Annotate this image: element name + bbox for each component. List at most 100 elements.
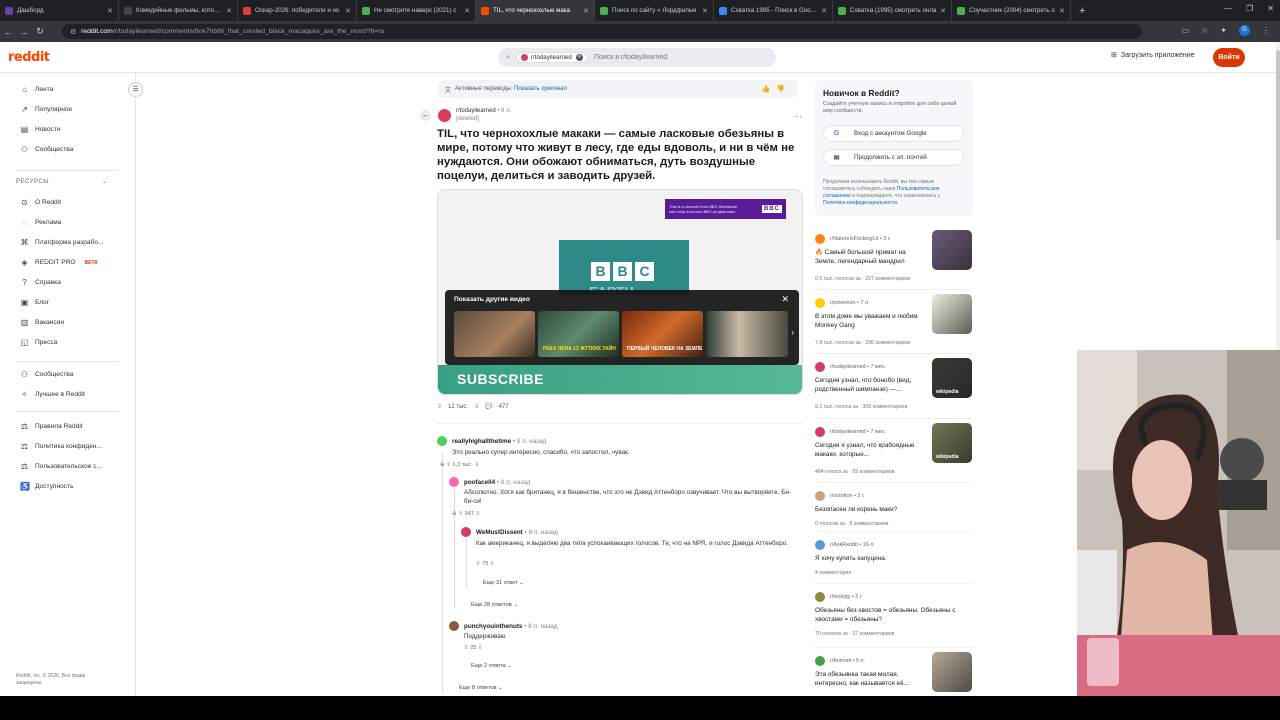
browser-tab[interactable]: Комедийные фильмы, которые ✕ [119,0,238,21]
sidebar-item[interactable]: ⚖ Политика конфиден... [20,442,102,451]
scrollbar-thumb[interactable] [1276,50,1280,240]
more-replies-button[interactable]: Еще 28 ответов ⌄ [471,602,518,608]
related-title[interactable]: Обезьяны без хвостов = обезьяны. Обезьян… [815,606,965,624]
related-thumbnail[interactable] [932,294,972,334]
minimize-icon[interactable]: — [1224,4,1232,13]
maximize-icon[interactable]: ❐ [1246,4,1253,13]
browser-tab[interactable]: Соучастник (2004) смотреть о ✕ [952,0,1071,21]
upvote-icon[interactable]: ⇧ [476,561,481,567]
related-post[interactable]: r/NatureIsFuckingLit • 3 г. 🔥 Самый больш… [815,230,973,294]
video-thumbnail[interactable]: РЕКА ЛЕНА 12 ЖУТКИХ ТАЙН [538,311,619,357]
tab-close-icon[interactable]: ✕ [940,7,946,15]
search-scope-chip[interactable]: r/todayilearned ✕ [515,52,588,63]
sidebar-item[interactable]: ◈ REDDIT PRO BETA [20,258,97,267]
related-subreddit[interactable]: r/biology • 2 г. [830,594,863,600]
browser-tab[interactable]: Поиск по сайту « Лордфильм ✕ [595,0,714,21]
site-info-icon[interactable]: ⚙ [70,28,76,36]
related-subreddit[interactable]: r/pokemon • 7 л. [830,300,870,306]
related-thumbnail[interactable]: wikipedia [932,423,972,463]
collapse-icon[interactable]: ⊖ [440,462,445,468]
browser-tab[interactable]: Схватка (1995) смотреть онла ✕ [833,0,952,21]
new-tab-button[interactable]: + [1071,5,1093,17]
close-window-icon[interactable]: ✕ [1267,4,1274,13]
browser-tab[interactable]: Дашборд ✕ [0,0,119,21]
tab-close-icon[interactable]: ✕ [583,7,589,15]
more-replies-button[interactable]: Еще 31 ответ ⌄ [483,580,524,586]
browser-tab[interactable]: Оскар-2026: победители и но ✕ [238,0,357,21]
google-login-button[interactable]: G Вход с аккаунтом Google [823,125,964,142]
reddit-logo[interactable]: reddit [8,50,50,65]
sidebar-item[interactable]: ▥ Вакансии [20,318,64,327]
search-input[interactable]: ⌕ r/todayilearned ✕ Поиск в r/todayilearn… [498,48,776,67]
sidebar-item[interactable]: ⚖ Пользовательское с... [20,462,102,471]
comment-avatar[interactable] [449,477,459,487]
collapse-icon[interactable]: ⊖ [452,511,457,517]
sidebar-item[interactable]: ⊙ О Reddit [20,198,61,207]
url-field[interactable]: ⚙ reddit.com/r/todayilearned/comments/8n… [62,24,1142,39]
bookmark-star-icon[interactable]: ☆ [1201,26,1208,35]
comment-author[interactable]: WeMustDissent [476,529,523,536]
related-title[interactable]: Сегодня я узнал, что крабоядные макаки, … [815,441,923,459]
close-overlay-icon[interactable]: ✕ [781,294,789,305]
upvote-icon[interactable]: ⇧ [437,403,442,410]
sidebar-item[interactable]: ◌ Реклама [20,218,61,227]
sidebar-item[interactable]: ◱ Пресса [20,338,58,347]
sidebar-collapse-icon[interactable]: ☰ [128,82,143,97]
related-post[interactable]: r/todayilearned • 7 мес. Сегодня узнал, ч… [815,358,973,422]
downvote-icon[interactable]: ⇩ [474,403,479,410]
video-thumbnail[interactable] [706,311,788,357]
chevron-right-icon[interactable]: › [791,328,794,337]
comment-author[interactable]: poofacell4 [464,479,495,486]
upvote-icon[interactable]: ⇧ [458,511,463,517]
sidebar-item[interactable]: ⌘ Платформа разрабо... [20,238,104,247]
sidebar-item[interactable]: ↗ Популярное [20,105,72,114]
comment-author[interactable]: punchyouinthenuts [464,623,522,630]
resources-heading[interactable]: РЕСУРСЫ ⌄ [16,179,107,185]
thumbs-up-icon[interactable]: 👍 [762,86,777,93]
comment-author[interactable]: reallyhighallthetime [452,438,511,445]
related-subreddit[interactable]: r/AskReddit • 16 л. [830,542,875,548]
browser-tab[interactable]: TIL, что чернохохлые мака ✕ [476,0,595,21]
related-subreddit[interactable]: r/NatureIsFuckingLit • 3 г. [830,236,890,242]
sidebar-item[interactable]: ✧ Лучшее в Reddit [20,390,85,399]
more-replies-button[interactable]: Еще 2 ответа ⌄ [471,663,512,669]
more-replies-button[interactable]: Еще 8 ответов ⌄ [459,685,503,691]
privacy-policy-link[interactable]: Политика конфиденциальности. [823,200,898,206]
tab-close-icon[interactable]: ✕ [226,7,232,15]
related-post[interactable]: r/biology • 2 г. Обезьяны без хвостов = о… [815,592,973,652]
related-title[interactable]: Эта обезьянка такая милая, интересно, ка… [815,670,923,688]
video-thumbnail[interactable] [454,311,535,357]
related-post[interactable]: r/todayilearned • 7 мес. Сегодня я узнал,… [815,423,973,487]
post-subreddit-link[interactable]: r/todayilearned [456,108,496,114]
forward-icon[interactable]: → [16,27,32,37]
tab-close-icon[interactable]: ✕ [1059,7,1065,15]
related-title[interactable]: 🔥 Самый большой примат на Земле, легенда… [815,248,923,266]
sidebar-item[interactable]: ▣ Блог [20,298,50,307]
email-login-button[interactable]: ✉ Продолжить с эл. почтой [823,149,964,166]
browser-tab[interactable]: Схватка 1995 - Поиск в Google ✕ [714,0,833,21]
browser-menu-icon[interactable]: ⋮ [1262,26,1270,35]
comment-icon[interactable]: 💬 [485,403,492,410]
tab-close-icon[interactable]: ✕ [702,7,708,15]
sidebar-item[interactable]: ⚇ Сообщества [20,370,73,379]
sidebar-item[interactable]: ? Справка [20,278,61,287]
related-thumbnail[interactable] [932,652,972,692]
show-original-link[interactable]: Показать оригинал [514,86,567,92]
back-icon[interactable]: ← [0,27,16,37]
subscribe-banner[interactable]: SUBSCRIBE [438,365,802,394]
profile-avatar[interactable]: G [1239,25,1250,36]
tab-close-icon[interactable]: ✕ [464,7,470,15]
related-title[interactable]: В этом доме мы уважаем и любим Monkey Ga… [815,312,923,330]
downvote-icon[interactable]: ⇩ [475,511,480,517]
upvote-icon[interactable]: ⇧ [464,645,469,651]
related-subreddit[interactable]: r/todayilearned • 7 мес. [830,429,886,435]
tab-close-icon[interactable]: ✕ [107,7,113,15]
sidebar-item[interactable]: ⚇ Сообщества [20,145,73,154]
subreddit-avatar[interactable] [438,109,451,122]
related-title[interactable]: Безопасен ли корень маки? [815,505,965,514]
downvote-icon[interactable]: ⇩ [474,462,479,468]
related-thumbnail[interactable]: wikipedia [932,358,972,398]
login-button[interactable]: Войти [1213,48,1245,67]
reload-icon[interactable]: ↻ [32,26,48,37]
post-more-icon[interactable]: … [794,110,802,119]
